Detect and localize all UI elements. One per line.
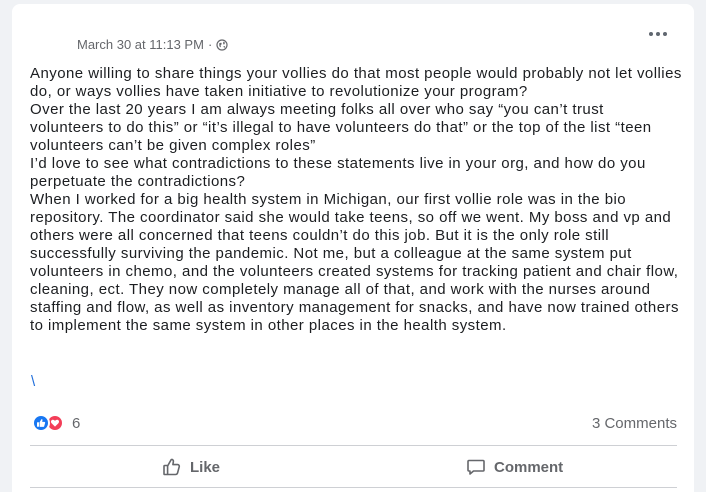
divider (30, 445, 677, 446)
comment-button-label: Comment (494, 458, 564, 476)
thumbs-up-icon (163, 458, 181, 476)
post-meta: March 30 at 11:13 PM · (77, 37, 228, 52)
post-link[interactable]: \ (31, 373, 35, 390)
comment-icon (467, 459, 485, 475)
globe-icon[interactable] (216, 38, 228, 51)
post-card: March 30 at 11:13 PM · Anyone willing to… (12, 4, 694, 492)
reactions-summary[interactable]: 6 (32, 414, 80, 432)
post-timestamp[interactable]: March 30 at 11:13 PM (77, 37, 204, 52)
post-paragraph: Anyone willing to share things your voll… (30, 65, 682, 100)
reaction-count[interactable]: 6 (72, 415, 80, 432)
like-button-label: Like (190, 458, 221, 476)
comments-count[interactable]: 3 Comments (592, 415, 677, 432)
comment-button[interactable]: Comment (466, 452, 563, 482)
post-paragraph: Over the last 20 years I am always meeti… (30, 101, 652, 154)
meta-separator: · (207, 37, 213, 52)
more-options-icon[interactable] (646, 26, 670, 42)
like-button[interactable]: Like (162, 452, 220, 482)
divider (30, 487, 677, 488)
post-paragraph: I’d love to see what contradictions to t… (30, 155, 646, 190)
post-paragraph: When I worked for a big health system in… (30, 191, 679, 334)
post-body: Anyone willing to share things your voll… (30, 65, 682, 335)
like-reaction-icon (32, 414, 50, 432)
